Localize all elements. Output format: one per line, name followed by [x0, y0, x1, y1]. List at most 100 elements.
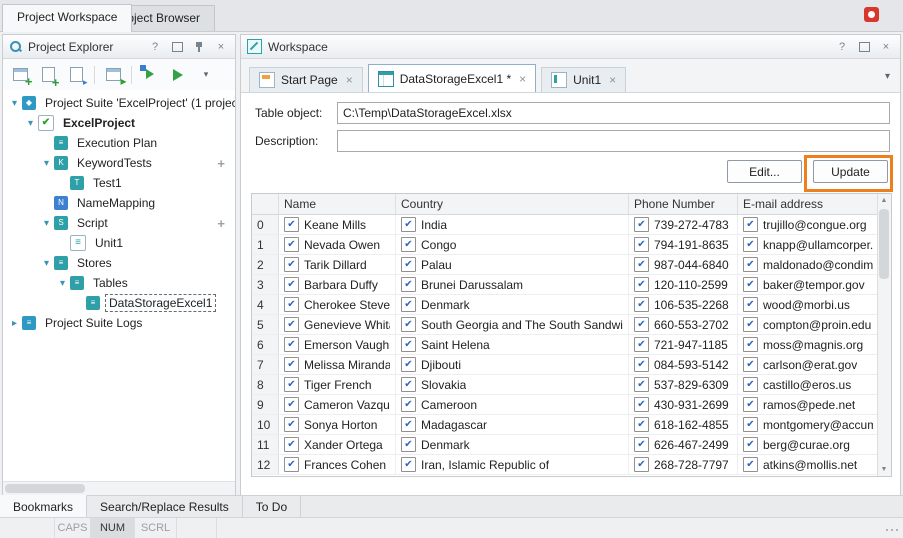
checkbox-checked-icon[interactable]: ✔ — [634, 437, 649, 452]
cell-country[interactable]: ✔Denmark — [396, 295, 629, 314]
checkbox-checked-icon[interactable]: ✔ — [743, 417, 758, 432]
row-index-cell[interactable]: 8 — [252, 375, 279, 394]
cell-email[interactable]: ✔montgomery@accumsan.net — [738, 415, 878, 434]
cell-name[interactable]: ✔Tiger French — [279, 375, 396, 394]
checkbox-checked-icon[interactable]: ✔ — [634, 317, 649, 332]
checkbox-checked-icon[interactable]: ✔ — [401, 437, 416, 452]
close-panel-icon[interactable]: × — [213, 39, 229, 55]
checkbox-checked-icon[interactable]: ✔ — [284, 277, 299, 292]
row-index-cell[interactable]: 11 — [252, 435, 279, 454]
doc-tab-unit1[interactable]: Unit1× — [541, 67, 626, 92]
doc-tab-datastorageexcel1[interactable]: DataStorageExcel1 *× — [368, 64, 536, 92]
row-index-cell[interactable]: 12 — [252, 455, 279, 474]
tree-expand-arrow-icon[interactable]: ▾ — [39, 258, 54, 269]
checkbox-checked-icon[interactable]: ✔ — [284, 237, 299, 252]
tab-to-do[interactable]: To Do — [243, 496, 301, 518]
row-index-cell[interactable]: 7 — [252, 355, 279, 374]
cell-email[interactable]: ✔compton@proin.edu — [738, 315, 878, 334]
cell-phone[interactable]: ✔794-191-8635 — [629, 235, 738, 254]
cell-country[interactable]: ✔Slovakia — [396, 375, 629, 394]
tree-expand-arrow-icon[interactable]: ▸ — [7, 318, 22, 329]
cell-name[interactable]: ✔Barbara Duffy — [279, 275, 396, 294]
run-project-button[interactable] — [165, 63, 191, 87]
column-header-country[interactable]: Country — [396, 194, 629, 214]
cell-phone[interactable]: ✔987-044-6840 — [629, 255, 738, 274]
checkbox-checked-icon[interactable]: ✔ — [401, 317, 416, 332]
tree-item-test1[interactable]: TTest1 — [3, 173, 235, 193]
dock-icon[interactable] — [169, 39, 185, 55]
cell-name[interactable]: ✔Frances Cohen — [279, 455, 396, 474]
checkbox-checked-icon[interactable]: ✔ — [284, 217, 299, 232]
tree-item-namemapping[interactable]: NNameMapping — [3, 193, 235, 213]
table-object-input[interactable] — [337, 102, 890, 124]
column-header-index[interactable] — [252, 194, 279, 214]
cell-country[interactable]: ✔Djibouti — [396, 355, 629, 374]
cell-email[interactable]: ✔atkins@mollis.net — [738, 455, 878, 474]
add-existing-item-button[interactable] — [63, 63, 89, 87]
cell-country[interactable]: ✔Saint Helena — [396, 335, 629, 354]
close-tab-icon[interactable]: × — [519, 72, 526, 86]
checkbox-checked-icon[interactable]: ✔ — [743, 377, 758, 392]
run-options-caret-button[interactable]: ▾ — [193, 63, 219, 87]
cell-country[interactable]: ✔Madagascar — [396, 415, 629, 434]
row-index-cell[interactable]: 2 — [252, 255, 279, 274]
tree-expand-arrow-icon[interactable]: ▾ — [23, 118, 38, 129]
cell-phone[interactable]: ✔120-110-2599 — [629, 275, 738, 294]
row-index-cell[interactable]: 9 — [252, 395, 279, 414]
row-index-cell[interactable]: 10 — [252, 415, 279, 434]
checkbox-checked-icon[interactable]: ✔ — [401, 257, 416, 272]
description-input[interactable] — [337, 130, 890, 152]
cell-email[interactable]: ✔berg@curae.org — [738, 435, 878, 454]
column-header-name[interactable]: Name — [279, 194, 396, 214]
scrollbar-thumb[interactable] — [5, 484, 85, 493]
tree-item-project-suite-excelproject-1-project[interactable]: ▾◆Project Suite 'ExcelProject' (1 projec… — [3, 93, 235, 113]
tree-expand-arrow-icon[interactable]: ▾ — [55, 278, 70, 289]
checkbox-checked-icon[interactable]: ✔ — [284, 377, 299, 392]
grid-vertical-scrollbar[interactable]: ▲ ▼ — [877, 194, 891, 476]
cell-name[interactable]: ✔Melissa Miranda — [279, 355, 396, 374]
help-icon[interactable]: ? — [147, 39, 163, 55]
checkbox-checked-icon[interactable]: ✔ — [743, 397, 758, 412]
cell-name[interactable]: ✔Sonya Horton — [279, 415, 396, 434]
cell-country[interactable]: ✔Denmark — [396, 435, 629, 454]
tree-item-script[interactable]: ▾SScript+ — [3, 213, 235, 233]
cell-email[interactable]: ✔carlson@erat.gov — [738, 355, 878, 374]
checkbox-checked-icon[interactable]: ✔ — [634, 297, 649, 312]
explorer-horizontal-scrollbar[interactable] — [3, 481, 235, 495]
checkbox-checked-icon[interactable]: ✔ — [743, 297, 758, 312]
checkbox-checked-icon[interactable]: ✔ — [634, 337, 649, 352]
checkbox-checked-icon[interactable]: ✔ — [401, 297, 416, 312]
cell-name[interactable]: ✔Genevieve Whitaker — [279, 315, 396, 334]
checkbox-checked-icon[interactable]: ✔ — [743, 237, 758, 252]
row-index-cell[interactable]: 5 — [252, 315, 279, 334]
cell-name[interactable]: ✔Emerson Vaughn — [279, 335, 396, 354]
cell-phone[interactable]: ✔537-829-6309 — [629, 375, 738, 394]
checkbox-checked-icon[interactable]: ✔ — [401, 377, 416, 392]
checkbox-checked-icon[interactable]: ✔ — [401, 337, 416, 352]
tab-list-caret-icon[interactable]: ▾ — [885, 71, 890, 82]
column-header-email[interactable]: E-mail address — [738, 194, 878, 214]
update-button[interactable]: Update — [813, 160, 888, 183]
checkbox-checked-icon[interactable]: ✔ — [634, 217, 649, 232]
cell-country[interactable]: ✔Brunei Darussalam — [396, 275, 629, 294]
help-icon[interactable]: ? — [834, 39, 850, 55]
cell-country[interactable]: ✔India — [396, 215, 629, 234]
new-project-button[interactable] — [7, 63, 33, 87]
checkbox-checked-icon[interactable]: ✔ — [743, 217, 758, 232]
tree-expand-arrow-icon[interactable]: ▾ — [39, 218, 54, 229]
tree-item-execution-plan[interactable]: ≡Execution Plan — [3, 133, 235, 153]
tree-expand-arrow-icon[interactable]: ▾ — [7, 98, 22, 109]
checkbox-checked-icon[interactable]: ✔ — [401, 237, 416, 252]
checkbox-checked-icon[interactable]: ✔ — [743, 437, 758, 452]
cell-phone[interactable]: ✔268-728-7797 — [629, 455, 738, 474]
cell-email[interactable]: ✔wood@morbi.us — [738, 295, 878, 314]
scrollbar-thumb[interactable] — [879, 209, 889, 279]
tree-item-unit1[interactable]: ≡Unit1 — [3, 233, 235, 253]
checkbox-checked-icon[interactable]: ✔ — [284, 457, 299, 472]
row-index-cell[interactable]: 3 — [252, 275, 279, 294]
cell-phone[interactable]: ✔084-593-5142 — [629, 355, 738, 374]
checkbox-checked-icon[interactable]: ✔ — [401, 277, 416, 292]
cell-email[interactable]: ✔baker@tempor.gov — [738, 275, 878, 294]
checkbox-checked-icon[interactable]: ✔ — [284, 357, 299, 372]
add-new-item-button[interactable] — [35, 63, 61, 87]
